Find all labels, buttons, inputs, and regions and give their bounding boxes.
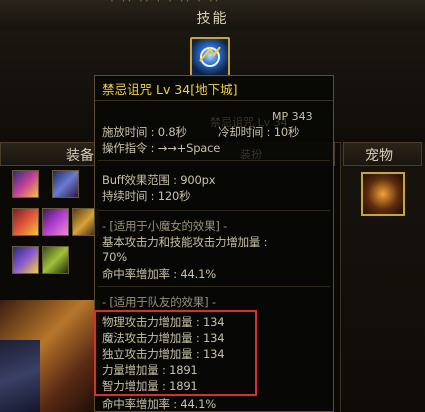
equipment-label: 装备: [66, 148, 94, 164]
tooltip-cooldown: 冷却时间 : 10秒: [218, 125, 300, 139]
equipment-slot[interactable]: [52, 170, 79, 198]
tooltip-divider: [98, 160, 330, 161]
character-artwork-cape: [0, 340, 40, 412]
equipment-slot[interactable]: [42, 208, 69, 236]
skill-icon-curse[interactable]: [190, 37, 230, 77]
tooltip-self-effect-value: 70%: [102, 250, 127, 264]
equipment-slot[interactable]: [12, 208, 39, 236]
tooltip-duration: 持续时间 : 120秒: [102, 189, 191, 203]
top-bar-partial-text: · ·· ·· · · ·· · ··: [110, 0, 221, 8]
tooltip-team-header: - [适用于队友的效果] -: [102, 295, 216, 309]
tooltip-mp-cost: MP 343: [272, 110, 313, 123]
skill-section-title: 技能: [196, 11, 229, 27]
equipment-slot[interactable]: [12, 246, 39, 274]
tooltip-self-effect: 基本攻击力和技能攻击力增加量 :: [102, 235, 268, 249]
equipment-grid: [8, 168, 99, 288]
tooltip-self-hit-rate: 命中率增加率 : 44.1%: [102, 267, 216, 281]
pet-label: 宠物: [365, 148, 393, 164]
tooltip-divider: [98, 210, 330, 211]
pet-slot[interactable]: [361, 172, 405, 216]
tooltip-title: 禁忌诅咒 Lv 34[地下城]: [102, 82, 238, 97]
tooltip-command: 操作指令 : →→+Space: [102, 141, 221, 155]
tooltip-self-header: - [适用于小魔女的效果] -: [102, 219, 228, 233]
tooltip-buff-range: Buff效果范围 : 900px: [102, 173, 216, 187]
highlight-box: [94, 310, 257, 396]
tooltip-divider: [98, 286, 330, 287]
equipment-slot[interactable]: [12, 170, 39, 198]
tooltip-team-hit-rate: 命中率增加率 : 44.1%: [102, 397, 216, 411]
equipment-slot[interactable]: [42, 246, 69, 274]
tooltip-cast-time: 施放时间 : 0.8秒: [102, 125, 187, 139]
